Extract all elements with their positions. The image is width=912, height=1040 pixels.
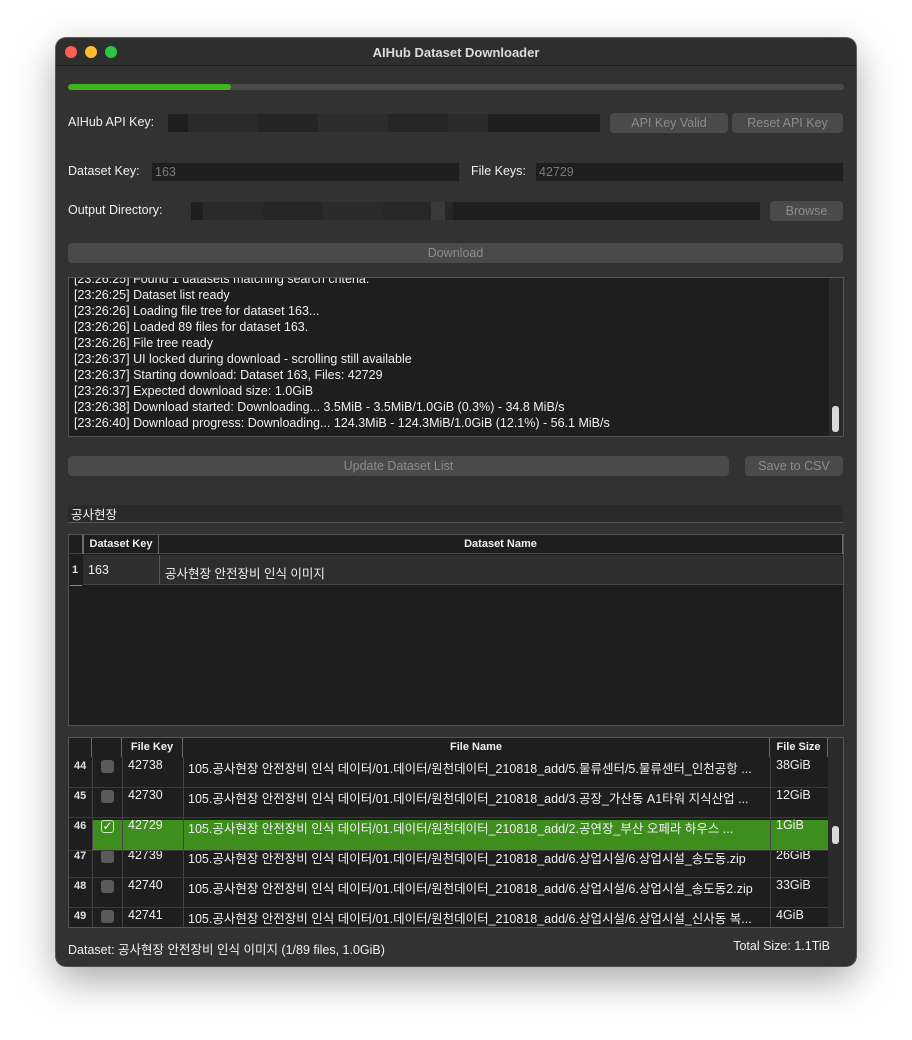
dataset-key-cell[interactable]: 163 — [88, 563, 109, 577]
dataset-key-label: Dataset Key: — [68, 164, 140, 178]
file-checkbox[interactable] — [101, 850, 114, 863]
title-bar[interactable]: AIHub Dataset Downloader — [56, 38, 856, 66]
datasets-table: Dataset Key Dataset Name 1 163 공사현장 안전장비… — [68, 534, 844, 726]
datasets-table-header: Dataset Key Dataset Name — [69, 535, 843, 554]
file-key-cell[interactable]: 42729 — [128, 818, 163, 832]
file-size-cell[interactable]: 1GiB — [776, 818, 804, 832]
file-size-cell[interactable]: 4GiB — [776, 908, 804, 922]
download-button[interactable]: Download — [68, 243, 843, 263]
checkmark-icon: ✓ — [102, 819, 113, 833]
log-line: [23:26:40] Download progress: Downloadin… — [74, 416, 610, 430]
row-number: 45 — [74, 790, 87, 802]
dataset-search-field[interactable] — [68, 505, 843, 523]
file-size-column-header[interactable]: File Size — [770, 738, 828, 757]
file-checkbox[interactable] — [101, 760, 114, 773]
output-directory-label: Output Directory: — [68, 203, 163, 217]
file-name-cell[interactable]: 105.공사현장 안전장비 인식 데이터/01.데이터/원천데이터_210818… — [188, 878, 766, 897]
row-number: 48 — [74, 880, 87, 892]
update-dataset-list-button[interactable]: Update Dataset List — [68, 456, 729, 476]
save-to-csv-button[interactable]: Save to CSV — [745, 456, 843, 476]
row-number-header — [69, 535, 83, 554]
file-keys-field[interactable] — [536, 163, 843, 181]
file-name-cell[interactable]: 105.공사현장 안전장비 인식 데이터/01.데이터/원천데이터_210818… — [188, 758, 766, 777]
api-key-valid-button[interactable]: API Key Valid — [610, 113, 728, 133]
file-key-cell[interactable]: 42740 — [128, 878, 163, 892]
checkbox-column-header — [92, 738, 122, 757]
window-title: AIHub Dataset Downloader — [372, 45, 540, 60]
files-table-scrollbar-thumb[interactable] — [832, 826, 839, 844]
file-checkbox[interactable] — [101, 790, 114, 803]
dataset-key-column-header[interactable]: Dataset Key — [83, 535, 159, 554]
file-checkbox-checked[interactable]: ✓ — [101, 820, 114, 833]
log-line: [23:26:37] UI locked during download - s… — [74, 352, 412, 366]
log-line: [23:26:25] Found 1 datasets matching sea… — [74, 277, 370, 286]
file-keys-label: File Keys: — [471, 164, 526, 178]
file-name-cell[interactable]: 105.공사현장 안전장비 인식 데이터/01.데이터/원천데이터_210818… — [188, 908, 766, 927]
file-size-cell[interactable]: 12GiB — [776, 788, 811, 802]
browse-button[interactable]: Browse — [770, 201, 843, 221]
files-table-body[interactable]: 44 42738 105.공사현장 안전장비 인식 데이터/01.데이터/원천데… — [69, 757, 828, 927]
log-line: [23:26:37] Expected download size: 1.0Gi… — [74, 384, 314, 398]
row-number: 49 — [74, 910, 87, 922]
log-line: [23:26:25] Dataset list ready — [74, 288, 230, 302]
file-key-cell[interactable]: 42741 — [128, 908, 163, 922]
download-progress-bar — [68, 84, 844, 90]
file-name-column-header[interactable]: File Name — [183, 738, 770, 757]
api-key-field[interactable] — [168, 114, 600, 132]
download-progress-fill — [68, 84, 231, 90]
file-name-cell[interactable]: 105.공사현장 안전장비 인식 데이터/01.데이터/원천데이터_210818… — [188, 818, 766, 837]
file-size-cell[interactable]: 33GiB — [776, 878, 811, 892]
dataset-name-cell[interactable]: 공사현장 안전장비 인식 이미지 — [165, 563, 325, 582]
file-name-cell[interactable]: 105.공사현장 안전장비 인식 데이터/01.데이터/원천데이터_210818… — [188, 788, 766, 807]
row-number: 44 — [74, 760, 87, 772]
api-key-label: AIHub API Key: — [68, 115, 155, 129]
log-scrollbar-thumb[interactable] — [832, 406, 839, 432]
dataset-key-field[interactable] — [152, 163, 459, 181]
file-key-cell[interactable]: 42730 — [128, 788, 163, 802]
row-number: 46 — [74, 820, 87, 832]
app-window: AIHub Dataset Downloader AIHub API Key: … — [56, 38, 856, 966]
row-number: 47 — [74, 850, 87, 862]
files-table-scrollbar[interactable] — [828, 738, 843, 927]
reset-api-key-button[interactable]: Reset API Key — [732, 113, 843, 133]
file-key-column-header[interactable]: File Key — [122, 738, 183, 757]
status-dataset-summary: Dataset: 공사현장 안전장비 인식 이미지 (1/89 files, 1… — [68, 943, 385, 957]
file-size-cell[interactable]: 38GiB — [776, 758, 811, 772]
row-number: 1 — [72, 564, 79, 576]
file-checkbox[interactable] — [101, 910, 114, 923]
files-table: File Key File Name File Size 44 42738 10… — [68, 737, 844, 928]
log-line: [23:26:37] Starting download: Dataset 16… — [74, 368, 383, 382]
status-total-size: Total Size: 1.1TiB — [733, 939, 830, 953]
log-line: [23:26:26] Loading file tree for dataset… — [74, 304, 320, 318]
files-table-header: File Key File Name File Size — [69, 738, 843, 757]
log-output[interactable]: [23:26:25] Found 1 datasets matching sea… — [68, 277, 844, 437]
log-line: [23:26:38] Download started: Downloading… — [74, 400, 565, 414]
log-line: [23:26:26] Loaded 89 files for dataset 1… — [74, 320, 309, 334]
file-checkbox[interactable] — [101, 880, 114, 893]
file-key-cell[interactable]: 42738 — [128, 758, 163, 772]
output-directory-field[interactable] — [191, 202, 760, 220]
row-number-header — [69, 738, 92, 757]
log-line: [23:26:26] File tree ready — [74, 336, 213, 350]
dataset-name-column-header[interactable]: Dataset Name — [159, 535, 843, 554]
log-scrollbar[interactable] — [829, 278, 843, 436]
